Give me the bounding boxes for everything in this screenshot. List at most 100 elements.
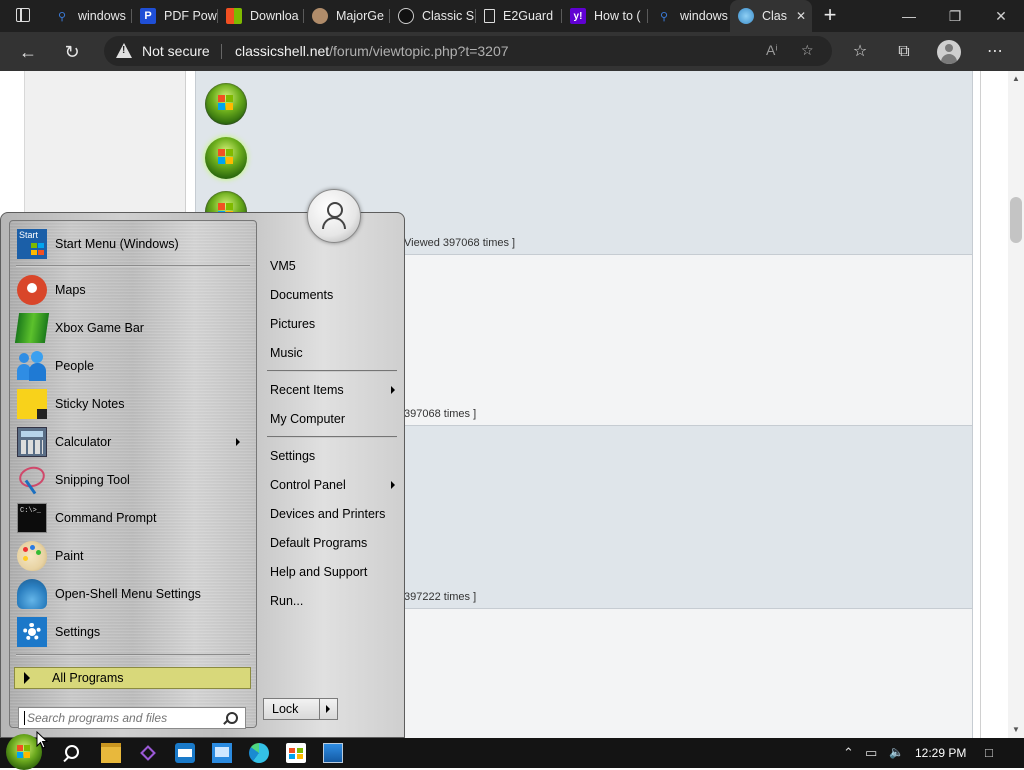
file-explorer-icon[interactable] xyxy=(101,743,121,763)
collections-icon[interactable]: ⧉ xyxy=(889,37,919,67)
menu-item-label: Calculator xyxy=(55,435,112,449)
places-item-devices-and-printers[interactable]: Devices and Printers xyxy=(270,507,385,521)
address-bar[interactable]: Not secure classicshell.net/forum/viewto… xyxy=(104,36,832,66)
browser-tab[interactable]: P PDF Pow xyxy=(132,0,218,32)
refresh-button[interactable]: ↻ xyxy=(57,37,87,67)
new-tab-button[interactable]: + xyxy=(818,4,842,28)
user-body-icon xyxy=(322,217,346,229)
menu-item-maps[interactable]: Maps xyxy=(14,272,252,308)
page-icon xyxy=(484,9,495,23)
open-shell-icon xyxy=(17,579,47,609)
xbox-game-bar-icon xyxy=(14,313,50,343)
places-item-my-computer[interactable]: My Computer xyxy=(270,412,345,426)
menu-item-command-prompt[interactable]: C:\>_ Command Prompt xyxy=(14,500,252,536)
places-divider xyxy=(267,436,397,438)
profile-avatar[interactable] xyxy=(937,40,961,64)
snipping-tool-icon xyxy=(16,463,48,495)
menu-item-xbox-game-bar[interactable]: Xbox Game Bar xyxy=(14,310,252,346)
shutdown-options-button[interactable] xyxy=(319,698,338,720)
menu-item-label: Snipping Tool xyxy=(55,473,130,487)
url-host: classicshell.net xyxy=(235,43,330,59)
tab-actions-icon[interactable] xyxy=(16,8,30,22)
browser-tab[interactable]: Downloa xyxy=(218,0,304,32)
browser-tab[interactable]: E2Guard xyxy=(476,0,562,32)
minimize-button[interactable]: — xyxy=(886,0,932,32)
edge-icon[interactable] xyxy=(249,743,269,763)
search-input[interactable] xyxy=(24,711,217,725)
notifications-icon[interactable]: □ xyxy=(985,745,993,760)
menu-item-calculator[interactable]: Calculator xyxy=(14,424,252,460)
majorgeeks-icon xyxy=(312,8,328,24)
not-secure-label[interactable]: Not secure xyxy=(142,43,210,59)
menu-item-start-menu-windows[interactable]: Start Start Menu (Windows) xyxy=(14,226,252,262)
browser-tab[interactable]: Classic S xyxy=(390,0,476,32)
browser-tab[interactable]: MajorGe xyxy=(304,0,390,32)
read-aloud-icon[interactable]: Aⁱ xyxy=(766,42,778,59)
taskbar: ⌃ ▭ 🔈 12:29 PM □ xyxy=(0,734,1024,770)
tab-label: E2Guard xyxy=(503,9,554,23)
paint-icon xyxy=(17,541,47,571)
back-button[interactable]: ← xyxy=(13,37,43,67)
submenu-arrow-icon xyxy=(391,481,395,489)
places-item-recent-items[interactable]: Recent Items xyxy=(270,383,344,397)
windows-logo-icon xyxy=(226,8,242,24)
menu-item-people[interactable]: People xyxy=(14,348,252,384)
browser-tab[interactable]: ⚲ windows xyxy=(648,0,730,32)
search-icon: ⚲ xyxy=(659,10,669,23)
search-icon[interactable] xyxy=(226,712,238,724)
scroll-thumb[interactable] xyxy=(1010,197,1022,243)
favorites-icon[interactable]: ☆ xyxy=(845,37,875,67)
menu-item-paint[interactable]: Paint xyxy=(14,538,252,574)
places-item-pictures[interactable]: Pictures xyxy=(270,317,315,331)
places-item-default-programs[interactable]: Default Programs xyxy=(270,536,367,550)
menu-item-label: Sticky Notes xyxy=(55,397,125,411)
app-icon[interactable] xyxy=(175,743,195,763)
store-icon[interactable] xyxy=(286,743,306,763)
browser-tab-active[interactable]: Clas ✕ xyxy=(730,0,812,32)
close-tab-icon[interactable]: ✕ xyxy=(796,9,806,23)
places-item-run[interactable]: Run... xyxy=(270,594,303,608)
user-picture[interactable] xyxy=(307,189,361,243)
menu-item-settings[interactable]: Settings xyxy=(14,614,252,650)
warning-icon[interactable] xyxy=(116,43,132,58)
show-hidden-icons-chevron-icon[interactable]: ⌃ xyxy=(843,745,854,761)
menu-item-label: Start Menu (Windows) xyxy=(55,237,179,251)
menu-item-snipping-tool[interactable]: Snipping Tool xyxy=(14,462,252,498)
places-item-control-panel[interactable]: Control Panel xyxy=(270,478,346,492)
places-item-help-and-support[interactable]: Help and Support xyxy=(270,565,367,579)
browser-tab[interactable]: y! How to ( xyxy=(562,0,648,32)
visual-studio-icon[interactable] xyxy=(138,743,158,763)
control-panel-icon[interactable] xyxy=(212,743,232,763)
page-scrollbar[interactable]: ▲ ▼ xyxy=(1008,71,1024,738)
menu-item-label: Settings xyxy=(55,625,101,639)
restore-button[interactable]: ❐ xyxy=(932,0,978,32)
tab-label: Classic S xyxy=(422,9,475,23)
places-item-music[interactable]: Music xyxy=(270,346,303,360)
all-programs-button[interactable]: All Programs xyxy=(14,667,251,689)
places-item-vm5[interactable]: VM5 xyxy=(270,259,296,273)
taskbar-search-icon[interactable] xyxy=(62,743,82,763)
add-favorite-icon[interactable]: ☆ xyxy=(801,42,814,59)
close-window-button[interactable]: ✕ xyxy=(978,0,1024,32)
remote-desktop-icon[interactable] xyxy=(323,743,343,763)
taskbar-clock[interactable]: 12:29 PM xyxy=(915,746,966,760)
tab-label: Clas xyxy=(762,9,788,23)
menu-item-label: Paint xyxy=(55,549,84,563)
places-item-documents[interactable]: Documents xyxy=(270,288,333,302)
menu-item-sticky-notes[interactable]: Sticky Notes xyxy=(14,386,252,422)
browser-tab[interactable]: ⚲ windows xyxy=(46,0,132,32)
url-text[interactable]: classicshell.net/forum/viewtopic.php?t=3… xyxy=(235,43,509,59)
scroll-down-arrow[interactable]: ▼ xyxy=(1008,722,1024,738)
github-icon xyxy=(398,8,414,24)
scroll-up-arrow[interactable]: ▲ xyxy=(1008,71,1024,87)
pdf-icon: P xyxy=(140,8,156,24)
search-box[interactable] xyxy=(18,707,246,729)
menu-item-open-shell-settings[interactable]: Open-Shell Menu Settings xyxy=(14,576,252,612)
lock-button[interactable]: Lock xyxy=(263,698,320,720)
more-menu-icon[interactable]: ⋯ xyxy=(980,37,1010,67)
people-icon xyxy=(17,351,47,381)
volume-icon[interactable]: 🔈 xyxy=(889,745,904,759)
network-icon[interactable]: ▭ xyxy=(865,745,877,761)
mouse-pointer-icon xyxy=(36,731,48,749)
places-item-settings[interactable]: Settings xyxy=(270,449,315,463)
